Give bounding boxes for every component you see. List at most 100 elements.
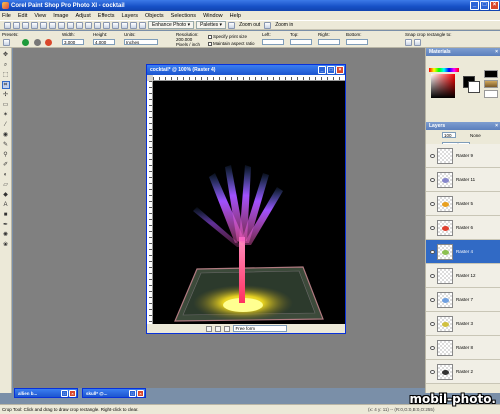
layers-palette-header[interactable]: Layers × xyxy=(426,122,500,130)
opacity-input[interactable]: 100 xyxy=(442,132,456,138)
visibility-eye-icon[interactable] xyxy=(430,225,435,230)
shape-tool-icon[interactable]: ■ xyxy=(2,211,10,219)
layer-row[interactable]: Raster 2 xyxy=(426,360,500,384)
zoom-in-label[interactable]: Zoom in xyxy=(275,22,293,28)
menu-effects[interactable]: Effects xyxy=(98,13,115,19)
browser-icon[interactable] xyxy=(130,21,137,29)
visibility-eye-icon[interactable] xyxy=(430,297,435,302)
height-input[interactable]: 4.000 xyxy=(93,39,115,45)
menu-image[interactable]: Image xyxy=(53,13,68,19)
redo-icon[interactable] xyxy=(49,21,56,29)
menu-edit[interactable]: Edit xyxy=(18,13,27,19)
units-select[interactable]: Inches xyxy=(124,39,158,45)
cut-icon[interactable] xyxy=(58,21,65,29)
layer-row[interactable]: Raster 3 xyxy=(426,312,500,336)
menu-view[interactable]: View xyxy=(34,13,46,19)
minimize-button[interactable]: _ xyxy=(470,1,479,10)
doc-minimize-button[interactable]: _ xyxy=(318,66,326,74)
menu-layers[interactable]: Layers xyxy=(122,13,139,19)
doc-maximize-button[interactable]: □ xyxy=(327,66,335,74)
maximize-button[interactable]: □ xyxy=(480,1,489,10)
script-icon[interactable] xyxy=(121,21,128,29)
bottom-input[interactable] xyxy=(346,39,368,45)
selection-mode-icon[interactable] xyxy=(205,325,212,332)
hue-bar[interactable] xyxy=(429,68,459,72)
makeover-icon[interactable]: ✎ xyxy=(2,141,10,149)
print-icon[interactable] xyxy=(31,21,38,29)
visibility-eye-icon[interactable] xyxy=(430,177,435,182)
snap-merged-icon[interactable] xyxy=(414,39,421,46)
resize-icon[interactable] xyxy=(94,21,101,29)
save-icon[interactable] xyxy=(22,21,29,29)
visibility-eye-icon[interactable] xyxy=(430,321,435,326)
layers-close-icon[interactable]: × xyxy=(495,122,498,130)
enhance-photo-button[interactable]: Enhance Photo ▾ xyxy=(148,21,195,29)
selection-type-select[interactable]: Free form xyxy=(232,325,287,332)
visibility-eye-icon[interactable] xyxy=(430,249,435,254)
layer-row[interactable]: Raster 8 xyxy=(426,336,500,360)
apply-icon[interactable] xyxy=(22,39,29,46)
specify-print-size-option[interactable]: Specify print size xyxy=(208,34,247,39)
left-input[interactable] xyxy=(262,39,284,45)
zoom-out-label[interactable]: Zoom out xyxy=(239,22,260,28)
menu-adjust[interactable]: Adjust xyxy=(75,13,90,19)
menu-file[interactable]: File xyxy=(2,13,11,19)
zoom-out-icon[interactable] xyxy=(228,21,236,29)
top-input[interactable] xyxy=(290,39,312,45)
color-picker[interactable] xyxy=(431,74,455,98)
document-title-bar[interactable]: cocktail* @ 100% (Raster 4) _ □ × xyxy=(147,65,345,75)
visibility-eye-icon[interactable] xyxy=(430,201,435,206)
menu-objects[interactable]: Objects xyxy=(145,13,164,19)
bg-properties-swatch[interactable] xyxy=(484,80,498,88)
fg-properties-swatch[interactable] xyxy=(484,70,498,78)
pattern-swatch[interactable] xyxy=(484,90,498,98)
clone-brush-icon[interactable]: ⚲ xyxy=(2,151,10,159)
zoom-tool-icon[interactable]: ⌕ xyxy=(2,61,10,69)
materials-palette-header[interactable]: Materials × xyxy=(426,48,500,56)
color-icon[interactable] xyxy=(103,21,110,29)
crop-icon[interactable] xyxy=(85,21,92,29)
visibility-eye-icon[interactable] xyxy=(430,273,435,278)
layer-row[interactable]: Raster 7 xyxy=(426,288,500,312)
histogram-icon[interactable] xyxy=(139,21,146,29)
background-color-swatch[interactable] xyxy=(468,81,480,93)
pen-tool-icon[interactable]: ✒ xyxy=(2,221,10,229)
magic-wand-icon[interactable]: ✶ xyxy=(2,111,10,119)
menu-selections[interactable]: Selections xyxy=(171,13,196,19)
layer-row[interactable]: Raster 12 xyxy=(426,264,500,288)
cancel-icon[interactable] xyxy=(45,39,52,46)
paste-icon[interactable] xyxy=(76,21,83,29)
deform-tool-icon[interactable]: ⬚ xyxy=(2,71,10,79)
right-input[interactable] xyxy=(318,39,340,45)
text-tool-icon[interactable]: A xyxy=(2,201,10,209)
move-tool-icon[interactable]: ✢ xyxy=(2,91,10,99)
layer-row[interactable]: Raster 11 xyxy=(426,168,500,192)
open-file-icon[interactable] xyxy=(13,21,20,29)
minimized-window-skull[interactable]: skull* @... □ × xyxy=(82,388,146,398)
restore-button[interactable]: □ xyxy=(129,390,136,397)
close-button[interactable]: × xyxy=(490,1,499,10)
selection-tool-icon[interactable]: ▭ xyxy=(2,101,10,109)
close-button[interactable]: × xyxy=(69,390,76,397)
selection-add-icon[interactable] xyxy=(214,325,221,332)
reset-icon[interactable] xyxy=(34,39,41,46)
selection-remove-icon[interactable] xyxy=(223,325,230,332)
maintain-aspect-ratio-option[interactable]: Maintain aspect ratio xyxy=(208,41,255,46)
layer-row[interactable]: Raster 6 xyxy=(426,216,500,240)
snap-icon[interactable] xyxy=(405,39,412,46)
doc-close-button[interactable]: × xyxy=(336,66,344,74)
materials-close-icon[interactable]: × xyxy=(495,48,498,56)
restore-button[interactable]: □ xyxy=(61,390,68,397)
menu-window[interactable]: Window xyxy=(203,13,223,19)
presets-icon[interactable] xyxy=(3,39,10,46)
close-button[interactable]: × xyxy=(137,390,144,397)
eraser-icon[interactable]: ▱ xyxy=(2,181,10,189)
visibility-eye-icon[interactable] xyxy=(430,369,435,374)
red-eye-icon[interactable]: ◉ xyxy=(2,131,10,139)
lighten-darken-icon[interactable]: ◐ xyxy=(2,171,10,179)
visibility-eye-icon[interactable] xyxy=(430,153,435,158)
palettes-button[interactable]: Palettes ▾ xyxy=(196,21,227,29)
layer-row[interactable]: Raster 4 xyxy=(426,240,500,264)
visibility-eye-icon[interactable] xyxy=(430,345,435,350)
undo-icon[interactable] xyxy=(40,21,47,29)
